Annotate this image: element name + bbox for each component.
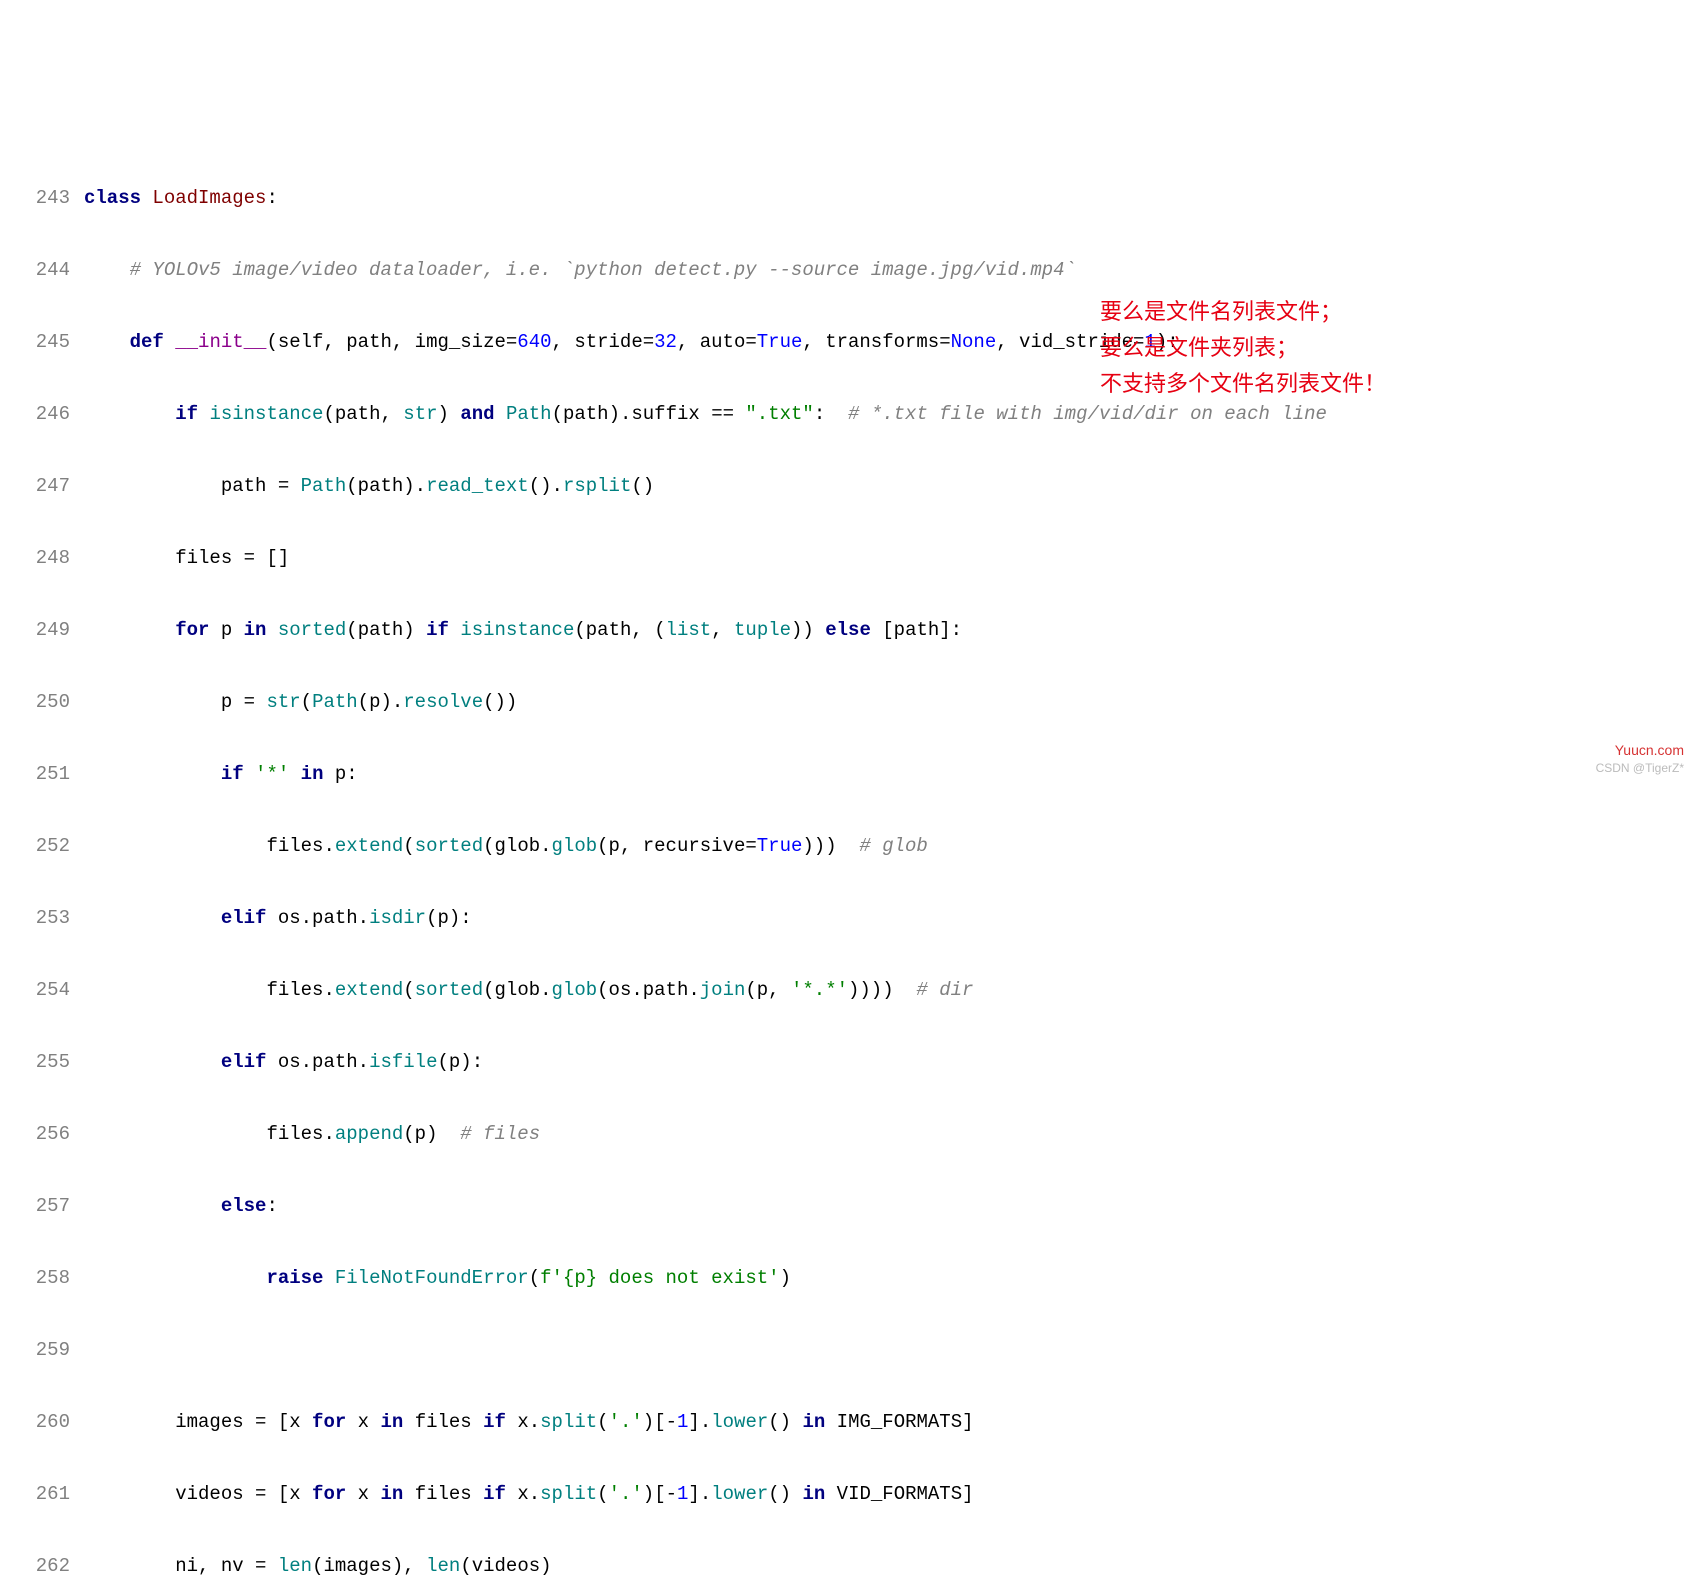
- code-line: 244 # YOLOv5 image/video dataloader, i.e…: [0, 252, 1694, 288]
- code-line: 253 elif os.path.isdir(p):: [0, 900, 1694, 936]
- line-number: 258: [0, 1260, 84, 1296]
- code-line: 243class LoadImages:: [0, 180, 1694, 216]
- code-line: 249 for p in sorted(path) if isinstance(…: [0, 612, 1694, 648]
- code-line: 260 images = [x for x in files if x.spli…: [0, 1404, 1694, 1440]
- line-number: 245: [0, 324, 84, 360]
- line-number: 252: [0, 828, 84, 864]
- class-name: LoadImages: [152, 187, 266, 209]
- code-line: 255 elif os.path.isfile(p):: [0, 1044, 1694, 1080]
- line-number: 257: [0, 1188, 84, 1224]
- code-line: 248 files = []: [0, 540, 1694, 576]
- line-number: 255: [0, 1044, 84, 1080]
- comment: # dir: [916, 979, 973, 1001]
- code-line: 258 raise FileNotFoundError(f'{p} does n…: [0, 1260, 1694, 1296]
- code-line: 257 else:: [0, 1188, 1694, 1224]
- line-number: 246: [0, 396, 84, 432]
- line-number: 244: [0, 252, 84, 288]
- line-number: 247: [0, 468, 84, 504]
- line-number: 250: [0, 684, 84, 720]
- line-number: 256: [0, 1116, 84, 1152]
- watermark-csdn: CSDN @TigerZ*: [1596, 750, 1684, 786]
- code-line: 251 if '*' in p:: [0, 756, 1694, 792]
- code-line: 254 files.extend(sorted(glob.glob(os.pat…: [0, 972, 1694, 1008]
- line-number: 261: [0, 1476, 84, 1512]
- keyword-class: class: [84, 187, 141, 209]
- line-number: 260: [0, 1404, 84, 1440]
- line-number: 253: [0, 900, 84, 936]
- line-number: 248: [0, 540, 84, 576]
- line-number: 243: [0, 180, 84, 216]
- annotation-text: 要么是文件名列表文件； 要么是文件夹列表； 不支持多个文件名列表文件！: [1100, 258, 1386, 402]
- method-name: __init__: [175, 331, 266, 353]
- comment: # glob: [859, 835, 927, 857]
- line-number: 262: [0, 1548, 84, 1584]
- code-line: 252 files.extend(sorted(glob.glob(p, rec…: [0, 828, 1694, 864]
- code-line: 256 files.append(p) # files: [0, 1116, 1694, 1152]
- line-number: 254: [0, 972, 84, 1008]
- keyword-def: def: [130, 331, 164, 353]
- code-line: 246 if isinstance(path, str) and Path(pa…: [0, 396, 1694, 432]
- code-line: 261 videos = [x for x in files if x.spli…: [0, 1476, 1694, 1512]
- code-editor: 243class LoadImages: 244 # YOLOv5 image/…: [0, 144, 1694, 1588]
- code-line: 245 def __init__(self, path, img_size=64…: [0, 324, 1694, 360]
- code-line: 259: [0, 1332, 1694, 1368]
- line-number: 249: [0, 612, 84, 648]
- code-line: 262 ni, nv = len(images), len(videos): [0, 1548, 1694, 1584]
- code-line: 250 p = str(Path(p).resolve()): [0, 684, 1694, 720]
- comment: # *.txt file with img/vid/dir on each li…: [848, 403, 1327, 425]
- line-number: 259: [0, 1332, 84, 1368]
- line-number: 251: [0, 756, 84, 792]
- comment: # YOLOv5 image/video dataloader, i.e. `p…: [130, 259, 1076, 281]
- comment: # files: [460, 1123, 540, 1145]
- code-line: 247 path = Path(path).read_text().rsplit…: [0, 468, 1694, 504]
